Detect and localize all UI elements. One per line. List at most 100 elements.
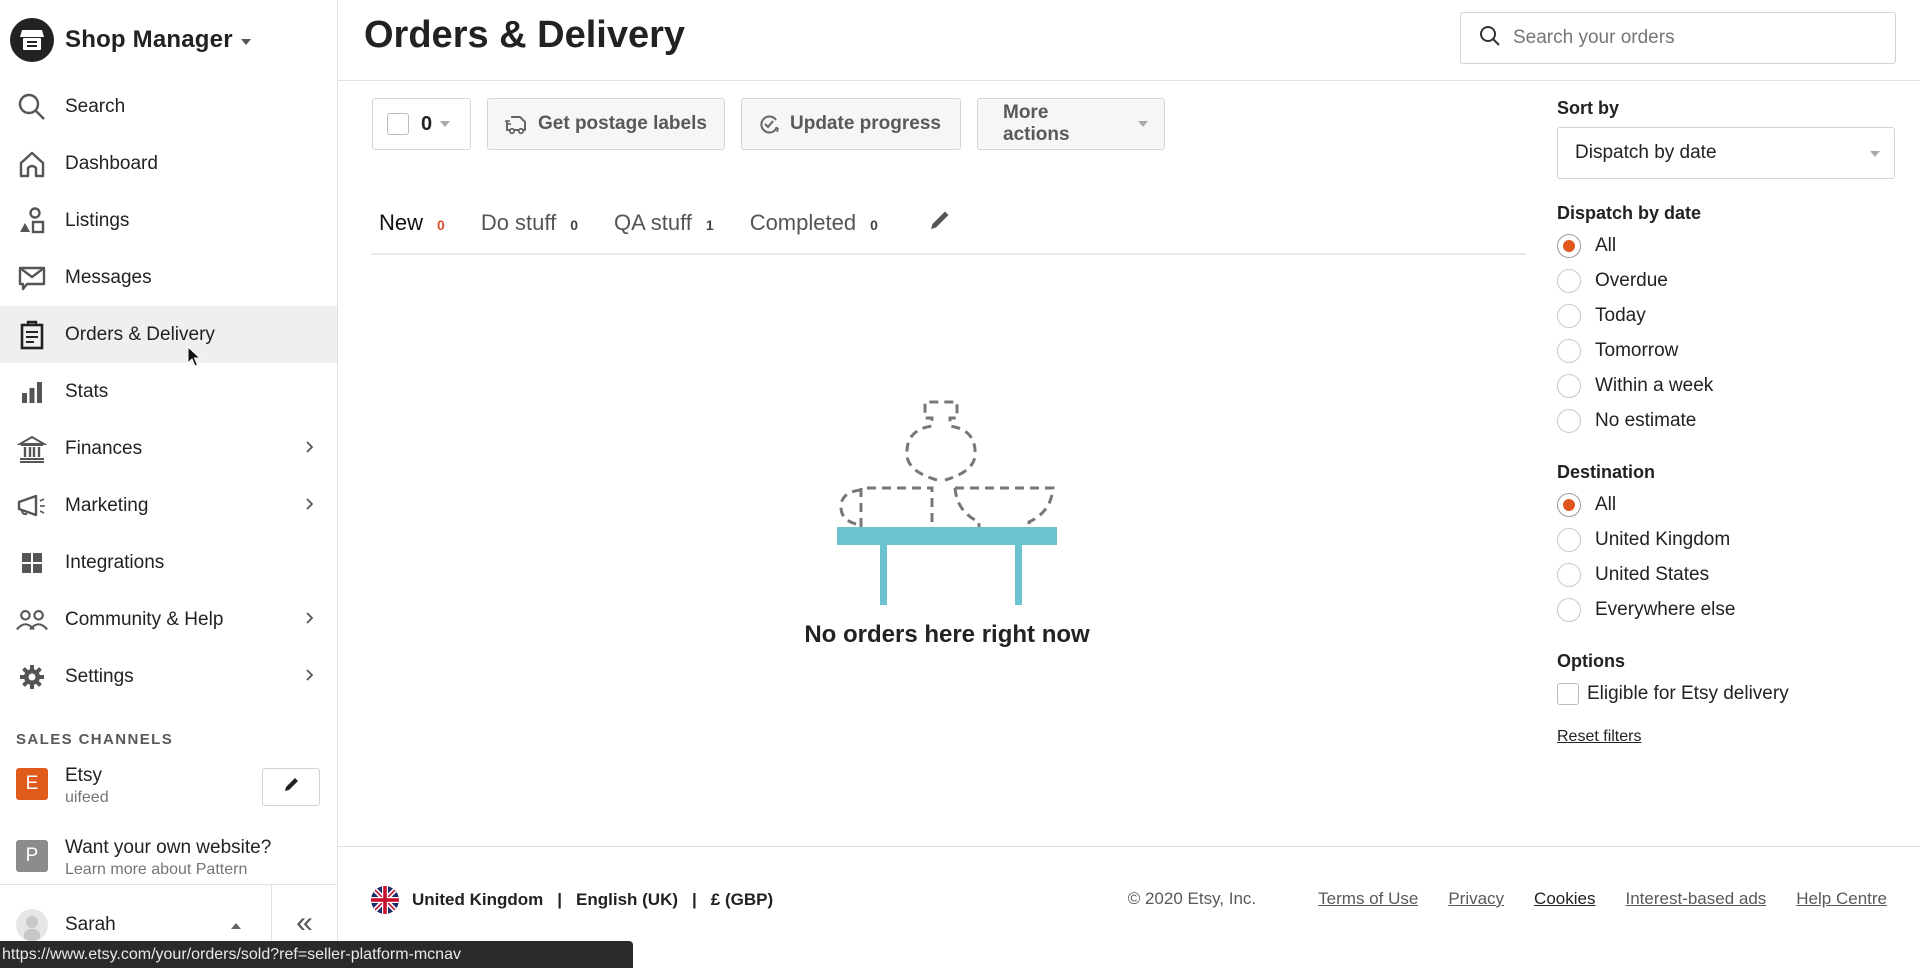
sidebar-item-label: Finances [65,437,143,459]
grid-icon [16,547,48,579]
radio-label: United States [1595,563,1710,585]
select-all-checkbox[interactable] [387,113,409,135]
footer-links: © 2020 Etsy, Inc. Terms of Use Privacy C… [1128,889,1887,909]
radio-button[interactable] [1557,373,1581,398]
dispatch-option-today[interactable]: Today [1557,298,1897,333]
region-label: United Kingdom [412,890,544,909]
select-all-dropdown[interactable]: 0 [372,98,471,150]
sidebar-item-community-help[interactable]: Community & Help [0,591,337,648]
sidebar-item-label: Messages [65,266,152,288]
sidebar-item-finances[interactable]: Finances [0,420,337,477]
sort-by-select[interactable]: Dispatch by date [1557,127,1895,179]
radio-label: Tomorrow [1595,339,1679,361]
tab-label: Completed [749,209,857,235]
update-progress-button[interactable]: Update progress [741,98,961,150]
button-label: Get postage labels [538,113,707,134]
tab-new[interactable]: New 0 [379,210,445,240]
radio-button[interactable] [1557,268,1581,293]
radio-button[interactable] [1557,338,1581,363]
sidebar-item-messages[interactable]: Messages [0,249,337,306]
options-filter-group: Options Eligible for Etsy delivery [1557,651,1897,712]
cookies-link[interactable]: Cookies [1534,889,1595,909]
app-title: Shop Manager [65,26,233,53]
dispatch-option-no-estimate[interactable]: No estimate [1557,403,1897,438]
sidebar-item-label: Dashboard [65,152,158,174]
sidebar-item-label: Search [65,95,126,117]
sidebar-item-listings[interactable]: Listings [0,192,337,249]
sidebar-item-orders-delivery[interactable]: Orders & Delivery [0,306,337,363]
progress-check-icon [758,113,780,135]
get-postage-labels-button[interactable]: Get postage labels [487,98,725,150]
tab-label: Do stuff [480,209,557,235]
radio-button[interactable] [1557,562,1581,587]
copyright: © 2020 Etsy, Inc. [1127,889,1257,908]
edit-tabs-button[interactable] [928,208,952,241]
tab-label: New [379,209,424,235]
sidebar-item-integrations[interactable]: Integrations [0,534,337,591]
separator: | [692,890,697,909]
sidebar-item-marketing[interactable]: Marketing [0,477,337,534]
sidebar-item-label: Settings [65,665,134,687]
tab-count: 0 [870,216,878,233]
radio-button[interactable] [1557,597,1581,622]
sidebar-item-label: Integrations [65,551,165,573]
interest-based-ads-link[interactable]: Interest-based ads [1625,889,1766,909]
reset-filters-link[interactable]: Reset filters [1557,728,1641,746]
channel-pattern[interactable]: P Want your own website? Learn more abou… [16,836,271,880]
gear-icon [16,661,48,693]
sidebar-item-settings[interactable]: Settings [0,648,337,705]
page-title: Orders & Delivery [364,14,686,56]
search-box[interactable] [1460,12,1896,64]
sidebar: Shop Manager Search Dashboard Listings M… [0,0,338,968]
radio-button[interactable] [1557,492,1581,517]
button-label: More actions [1003,102,1070,145]
radio-label: United Kingdom [1595,528,1731,550]
bank-icon [16,433,48,465]
empty-state-message: No orders here right now [804,621,1090,648]
etsy-delivery-option[interactable]: Eligible for Etsy delivery [1557,676,1897,712]
help-centre-link[interactable]: Help Centre [1796,889,1887,909]
language-label: English (UK) [576,890,679,909]
filters-panel: Sort by Dispatch by date Dispatch by dat… [1557,98,1897,746]
tab-completed[interactable]: Completed 0 [750,210,878,240]
shapes-icon [16,205,48,237]
destination-option-uk[interactable]: United Kingdom [1557,522,1897,557]
terms-of-use-link[interactable]: Terms of Use [1318,889,1418,909]
sort-by-value: Dispatch by date [1575,142,1717,163]
radio-label: Today [1595,304,1646,326]
destination-option-all[interactable]: All [1557,487,1897,522]
channel-etsy[interactable]: E Etsy uifeed [16,764,109,808]
empty-table-illustration-icon [837,400,1057,605]
orders-toolbar: 0 Get postage labels Update progress Mor… [372,98,1181,150]
sidebar-item-stats[interactable]: Stats [0,363,337,420]
radio-button[interactable] [1557,408,1581,433]
privacy-link[interactable]: Privacy [1448,889,1504,909]
edit-channel-button[interactable] [262,768,320,806]
separator: | [557,890,563,909]
button-label: Update progress [790,113,941,134]
radio-button[interactable] [1557,233,1581,258]
tab-do-stuff[interactable]: Do stuff 0 [481,210,578,240]
sidebar-item-label: Community & Help [65,608,224,630]
radio-button[interactable] [1557,527,1581,552]
dispatch-option-tomorrow[interactable]: Tomorrow [1557,333,1897,368]
destination-option-us[interactable]: United States [1557,557,1897,592]
shop-manager-menu[interactable]: Shop Manager [10,18,251,62]
checkbox-label: Eligible for Etsy delivery [1587,683,1789,704]
tab-qa-stuff[interactable]: QA stuff 1 [614,210,714,240]
caret-down-icon [1870,151,1880,157]
radio-button[interactable] [1557,303,1581,328]
empty-state: No orders here right now [700,400,1194,649]
dispatch-heading: Dispatch by date [1557,203,1702,223]
destination-option-everywhere-else[interactable]: Everywhere else [1557,592,1897,627]
search-orders-input[interactable] [1513,27,1873,49]
dispatch-option-overdue[interactable]: Overdue [1557,263,1897,298]
more-actions-button[interactable]: More actions [977,98,1165,150]
sidebar-item-dashboard[interactable]: Dashboard [0,135,337,192]
radio-label: Within a week [1595,374,1714,396]
dispatch-option-all[interactable]: All [1557,228,1897,263]
etsy-delivery-checkbox[interactable] [1557,683,1579,705]
dispatch-option-within-week[interactable]: Within a week [1557,368,1897,403]
locale-settings[interactable]: United Kingdom | English (UK) | £ (GBP) [371,886,773,914]
sidebar-item-search[interactable]: Search [0,78,337,135]
